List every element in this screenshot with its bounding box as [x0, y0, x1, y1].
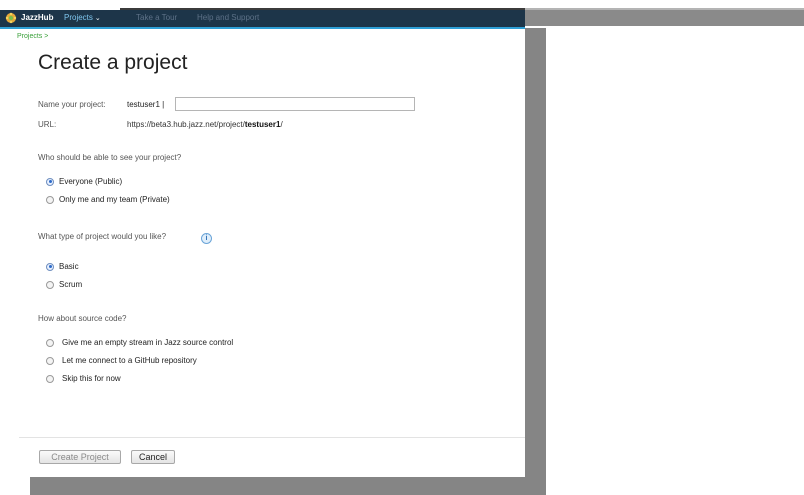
radio-button-checked[interactable]: [46, 262, 54, 271]
breadcrumb[interactable]: Projects >: [17, 33, 48, 40]
cancel-button[interactable]: Cancel: [131, 450, 175, 464]
project-name-input[interactable]: [175, 97, 415, 111]
url-user: testuser1: [244, 120, 281, 129]
url-suffix: /: [280, 120, 283, 129]
radio-label: Scrum: [59, 280, 83, 289]
chevron-down-icon: ⌄: [94, 15, 101, 22]
radio-label: Give me an empty stream in Jazz source c…: [62, 338, 234, 347]
radio-label: Only me and my team (Private): [59, 195, 170, 204]
brand-name[interactable]: JazzHub: [21, 13, 53, 22]
project-name-prefix: testuser1 |: [127, 100, 165, 109]
radio-button[interactable]: [46, 338, 54, 347]
project-url: https://beta3.hub.jazz.net/project/testu…: [127, 120, 283, 129]
radio-button[interactable]: [46, 280, 54, 289]
radio-label: Skip this for now: [62, 374, 121, 383]
dialog-shadow-right: [525, 28, 546, 495]
projects-menu-label: Projects: [64, 13, 93, 22]
create-project-panel: Projects > Create a project Name your pr…: [0, 29, 525, 477]
radio-label: Let me connect to a GitHub repository: [62, 356, 197, 365]
radio-option-skip[interactable]: Skip this for now: [46, 374, 121, 383]
url-label: URL:: [38, 120, 57, 129]
radio-button[interactable]: [46, 195, 54, 204]
take-a-tour-link[interactable]: Take a Tour: [136, 13, 177, 22]
radio-option-basic[interactable]: Basic: [46, 262, 79, 271]
radio-button[interactable]: [46, 374, 54, 383]
project-name-label: Name your project:: [38, 100, 106, 109]
radio-button-checked[interactable]: [46, 177, 54, 186]
background-window-strip: [520, 10, 804, 26]
project-type-question: What type of project would you like?: [38, 232, 167, 241]
radio-option-jazz-stream[interactable]: Give me an empty stream in Jazz source c…: [46, 338, 233, 347]
url-base: https://beta3.hub.jazz.net/project/: [127, 120, 245, 129]
help-and-support-link[interactable]: Help and Support: [197, 13, 259, 22]
info-icon[interactable]: i: [201, 233, 212, 244]
footer-divider: [19, 437, 525, 438]
radio-label: Everyone (Public): [59, 177, 123, 186]
radio-option-private[interactable]: Only me and my team (Private): [46, 195, 170, 204]
radio-button[interactable]: [46, 356, 54, 365]
radio-option-github[interactable]: Let me connect to a GitHub repository: [46, 356, 197, 365]
top-navigation-bar: JazzHub Projects ⌄ Take a Tour Help and S…: [0, 10, 525, 29]
page-title: Create a project: [38, 51, 188, 74]
jazzhub-logo-icon: [5, 12, 17, 24]
radio-option-scrum[interactable]: Scrum: [46, 280, 82, 289]
create-project-button[interactable]: Create Project: [39, 450, 121, 464]
source-code-question: How about source code?: [38, 314, 127, 323]
projects-menu[interactable]: Projects ⌄: [64, 13, 101, 22]
dialog-shadow-bottom: [30, 477, 546, 495]
radio-label: Basic: [59, 262, 79, 271]
visibility-question: Who should be able to see your project?: [38, 153, 182, 162]
radio-option-public[interactable]: Everyone (Public): [46, 177, 122, 186]
